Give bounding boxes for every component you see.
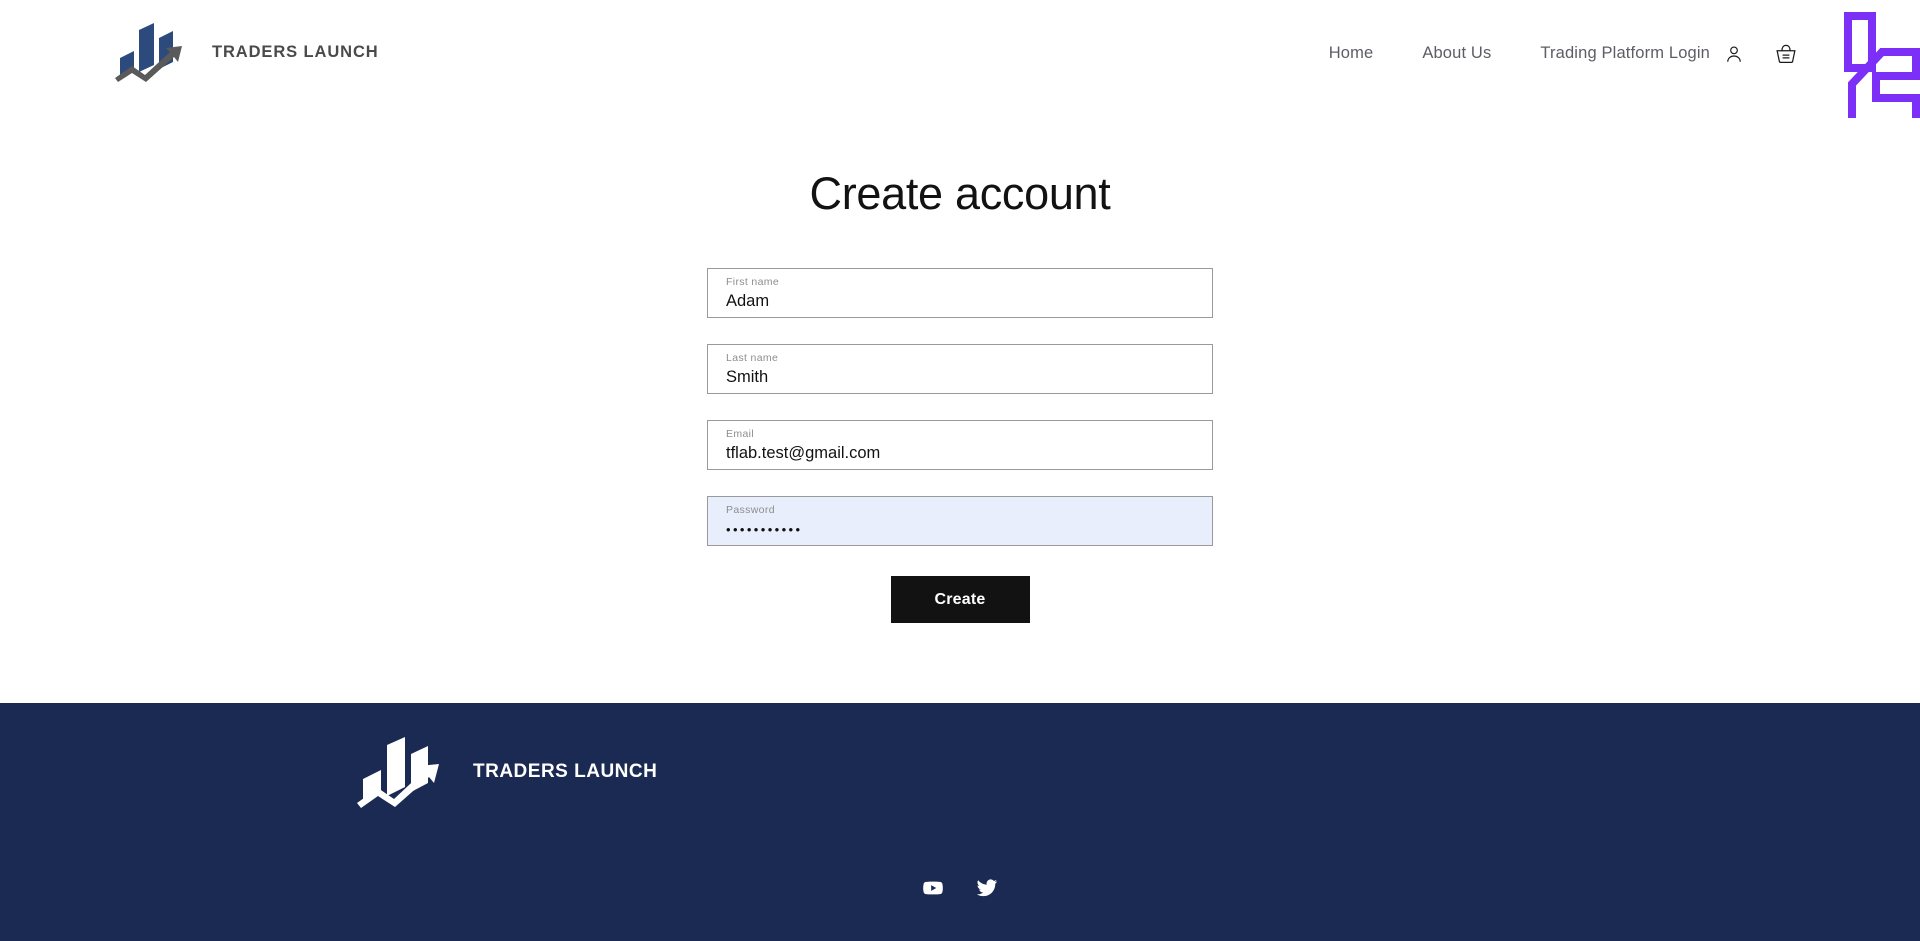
password-label: Password [726,504,775,516]
traders-launch-bars-arrow-logo [112,18,198,86]
create-button[interactable]: Create [890,576,1030,623]
first-name-label: First name [726,276,780,288]
brand-logo-link[interactable]: TRADERS LAUNCH [112,18,379,86]
footer-brand[interactable]: TRADERS LAUNCH [355,732,657,812]
email-label: Email [726,428,755,440]
purple-overlay-logo [1842,10,1920,130]
password-field[interactable]: Password ••••••••••• [707,496,1213,546]
site-footer: TRADERS LAUNCH [0,703,1920,941]
nav-item-about-us[interactable]: About Us [1422,44,1491,63]
last-name-label: Last name [726,352,779,364]
email-field[interactable]: Email tflab.test@gmail.com [707,420,1213,470]
nav-item-trading-platform-login[interactable]: Trading Platform Login [1540,44,1710,63]
main-content: Create account First name Adam Last name… [0,118,1920,703]
cart-icon[interactable] [1770,38,1802,70]
twitter-icon[interactable] [974,875,1000,901]
brand-name: TRADERS LAUNCH [212,42,379,61]
social-links [0,875,1920,901]
password-input[interactable]: ••••••••••• [726,518,1194,542]
traders-launch-bars-arrow-logo-white [355,732,455,812]
nav-item-home[interactable]: Home [1329,44,1374,63]
email-input[interactable]: tflab.test@gmail.com [726,442,1194,464]
youtube-icon[interactable] [920,875,946,901]
last-name-field[interactable]: Last name Smith [707,344,1213,394]
footer-brand-name: TRADERS LAUNCH [473,761,658,782]
account-icon[interactable] [1718,38,1750,70]
last-name-input[interactable]: Smith [726,366,1194,388]
site-header: TRADERS LAUNCH Home About Us Trading Pla… [0,0,1920,126]
header-icon-group [1718,38,1802,70]
submit-row: Create [707,576,1213,623]
create-account-form: First name Adam Last name Smith Email tf… [707,268,1213,623]
page-root: TRADERS LAUNCH Home About Us Trading Pla… [0,0,1920,941]
primary-nav: Home About Us Trading Platform Login [1329,44,1710,63]
first-name-field[interactable]: First name Adam [707,268,1213,318]
first-name-input[interactable]: Adam [726,290,1194,312]
page-title: Create account [809,168,1111,219]
